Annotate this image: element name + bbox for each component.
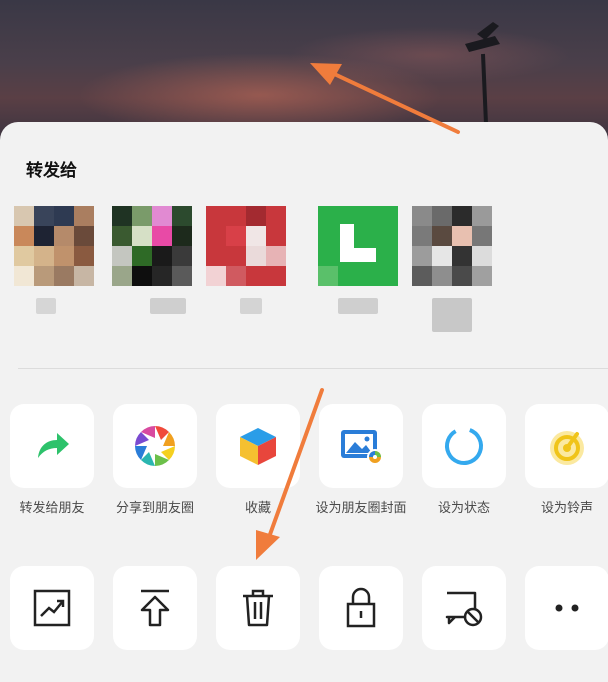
favorites-cube-icon <box>240 428 276 465</box>
favorites-button[interactable] <box>216 404 300 488</box>
recipient-name-blur <box>240 298 262 314</box>
moments-shutter-icon <box>135 426 175 466</box>
action-label: 收藏 <box>244 501 271 516</box>
action-label: 分享到朋友圈 <box>115 501 194 516</box>
delete-button[interactable] <box>216 566 300 650</box>
block-message-button[interactable] <box>422 566 506 650</box>
block-message-icon <box>445 591 483 627</box>
recipient-avatar-5[interactable] <box>412 206 492 286</box>
action-label: 转发给朋友 <box>19 501 85 516</box>
recipient-avatar-1[interactable] <box>14 206 94 286</box>
set-status-button[interactable] <box>422 404 506 488</box>
more-button[interactable] <box>525 566 608 650</box>
action-label: 设为朋友圈封面 <box>315 501 407 516</box>
recipient-avatar-4[interactable] <box>318 206 398 286</box>
trend-chart-icon <box>33 589 71 627</box>
recipient-name-blur <box>432 298 472 332</box>
set-ringtone-button[interactable] <box>525 404 608 488</box>
section-divider <box>18 368 608 369</box>
pin-to-top-button[interactable] <box>113 566 197 650</box>
set-moments-cover-button[interactable] <box>319 404 403 488</box>
share-sheet-title: 转发给 <box>26 161 77 181</box>
forward-to-friend-button[interactable] <box>10 404 94 488</box>
share-to-moments-button[interactable] <box>113 404 197 488</box>
status-ring-icon <box>445 427 483 465</box>
set-cover-image-icon <box>341 430 383 465</box>
street-lamp-silhouette <box>465 22 500 124</box>
trend-chart-button[interactable] <box>10 566 94 650</box>
forward-arrow-icon <box>38 433 69 458</box>
recipient-name-blur <box>150 298 186 314</box>
more-dots-icon <box>555 604 579 612</box>
action-label: 设为铃声 <box>540 501 593 516</box>
recipient-avatar-3[interactable] <box>206 206 286 286</box>
trash-icon <box>243 589 273 627</box>
recipient-name-blur <box>36 298 56 314</box>
lock-icon <box>346 587 376 628</box>
ringtone-icon <box>550 431 584 465</box>
upload-top-icon <box>140 589 170 627</box>
action-label: 设为状态 <box>437 501 490 516</box>
recipient-avatar-2[interactable] <box>112 206 192 286</box>
lock-button[interactable] <box>319 566 403 650</box>
recipient-name-blur <box>338 298 378 314</box>
background-photo <box>0 0 608 140</box>
